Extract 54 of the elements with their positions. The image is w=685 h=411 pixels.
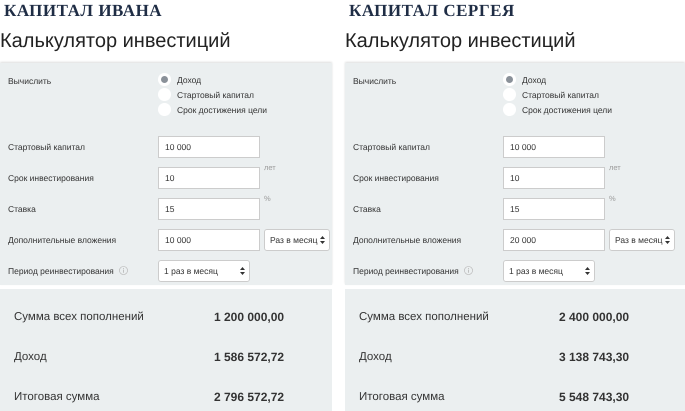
updown-icon — [585, 266, 590, 274]
field-label: Ставка — [353, 204, 381, 214]
radio-option[interactable]: Срок достижения цели — [158, 103, 267, 116]
radio-icon[interactable] — [158, 73, 171, 86]
result-value: 3 138 743,30 — [559, 350, 630, 364]
field-label: Ставка — [8, 204, 36, 214]
input-field[interactable]: 10 000 — [158, 228, 260, 250]
result-label: Итоговая сумма — [359, 391, 445, 403]
field-label: Дополнительные вложения — [353, 234, 462, 244]
updown-icon — [665, 236, 670, 244]
radio-option[interactable]: Стартовый капитал — [503, 88, 599, 101]
calculator-title: Калькулятор инвестиций — [0, 29, 231, 54]
radio-option[interactable]: Стартовый капитал — [158, 88, 254, 101]
input-field[interactable]: 20 000 — [503, 228, 605, 250]
panel-heading: КАПИТАЛ ИВАНА — [3, 0, 162, 22]
input-field[interactable]: 10 000 — [503, 136, 605, 158]
input-field[interactable]: 10 — [158, 166, 260, 188]
result-value: 1 586 572,72 — [214, 350, 284, 364]
updown-icon — [240, 266, 245, 274]
radio-option[interactable]: Срок достижения цели — [503, 103, 612, 116]
result-label: Итоговая сумма — [14, 391, 100, 403]
field-label: Вычислить — [8, 76, 52, 86]
result-label: Сумма всех пополнений — [14, 311, 144, 323]
period-select[interactable]: 1 раз в месяц — [503, 260, 595, 282]
frequency-select[interactable]: Раз в месяц — [609, 228, 676, 250]
radio-option[interactable]: Доход — [158, 73, 202, 86]
input-field[interactable]: 15 — [503, 198, 605, 220]
input-field[interactable]: 10 — [503, 166, 605, 188]
field-label: Срок инвестирования — [353, 172, 439, 182]
period-select[interactable]: 1 раз в месяц — [158, 260, 250, 282]
radio-icon[interactable] — [503, 73, 516, 86]
result-label: Сумма всех пополнений — [359, 311, 489, 323]
field-label: Срок инвестирования — [8, 172, 94, 182]
field-label: Вычислить — [353, 76, 396, 86]
result-value: 2 400 000,00 — [559, 310, 630, 324]
field-label: Дополнительные вложения — [8, 234, 116, 244]
field-label: Период реинвестирования — [353, 266, 459, 276]
result-value: 2 796 572,72 — [214, 390, 284, 404]
field-label: Период реинвестирования — [8, 266, 114, 276]
result-value: 5 548 743,30 — [559, 390, 630, 404]
updown-icon — [320, 236, 326, 244]
calculator-title: Калькулятор инвестиций — [345, 29, 576, 54]
info-icon[interactable] — [464, 266, 473, 275]
radio-option[interactable]: Доход — [503, 73, 546, 86]
input-field[interactable]: 10 000 — [158, 136, 260, 158]
result-label: Доход — [14, 351, 47, 363]
input-field[interactable]: 15 — [158, 198, 260, 220]
info-icon[interactable] — [118, 266, 128, 275]
field-label: Стартовый капитал — [8, 142, 85, 152]
field-label: Стартовый капитал — [353, 142, 430, 152]
frequency-select[interactable]: Раз в месяц — [264, 228, 330, 250]
result-label: Доход — [359, 351, 392, 363]
result-value: 1 200 000,00 — [214, 310, 284, 324]
panel-heading: КАПИТАЛ СЕРГЕЯ — [348, 0, 515, 22]
